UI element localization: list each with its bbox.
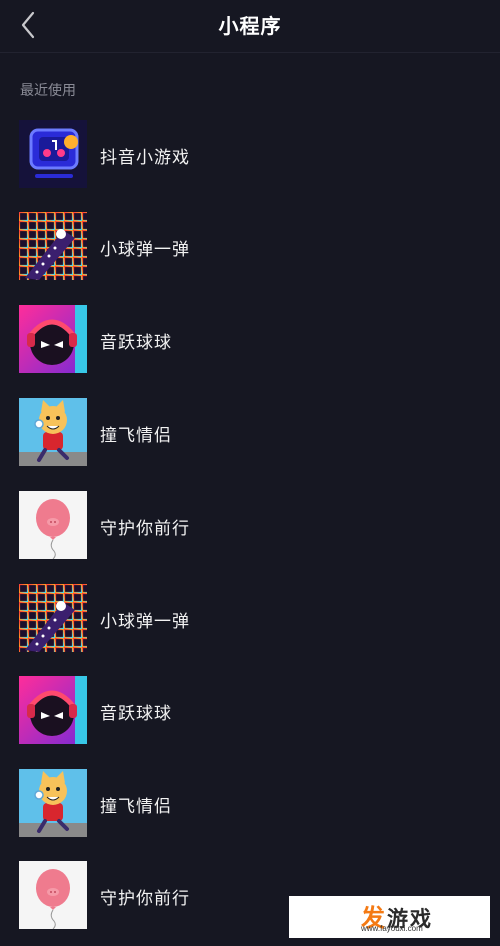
item-label: 撞飞情侣 [100, 426, 172, 445]
list-item[interactable]: 撞飞情侣 [0, 767, 500, 839]
list-item[interactable]: 抖音小游戏 [0, 118, 500, 190]
ball-bounce-icon [19, 584, 87, 652]
list-item[interactable]: 音跃球球 [0, 303, 500, 375]
item-label: 抖音小游戏 [100, 148, 190, 167]
item-label: 音跃球球 [100, 704, 172, 723]
list-item[interactable]: 音跃球球 [0, 674, 500, 746]
page-title: 小程序 [218, 16, 282, 38]
pink-balloon-icon [19, 861, 87, 929]
item-label: 守护你前行 [100, 889, 190, 908]
item-label: 守护你前行 [100, 519, 190, 538]
item-label: 音跃球球 [100, 333, 172, 352]
pink-balloon-icon [19, 491, 87, 559]
music-ball-icon [19, 305, 87, 373]
section-label-recent: 最近使用 [20, 82, 76, 98]
watermark-url: www.fayouxi.com [361, 924, 423, 933]
list-item[interactable]: 小球弹一弹 [0, 210, 500, 282]
cat-runner-icon [19, 769, 87, 837]
list-item[interactable]: 小球弹一弹 [0, 582, 500, 654]
watermark-logo: 发游戏 www.fayouxi.com [289, 896, 490, 938]
ball-bounce-icon [19, 212, 87, 280]
item-label: 小球弹一弹 [100, 240, 190, 259]
list-item[interactable]: 守护你前行 [0, 489, 500, 561]
list-item[interactable]: 撞飞情侣 [0, 396, 500, 468]
cat-runner-icon [19, 398, 87, 466]
item-label: 撞飞情侣 [100, 797, 172, 816]
music-ball-icon [19, 676, 87, 744]
top-bar: 小程序 [0, 0, 500, 53]
douyin-games-icon [19, 120, 87, 188]
item-label: 小球弹一弹 [100, 612, 190, 631]
